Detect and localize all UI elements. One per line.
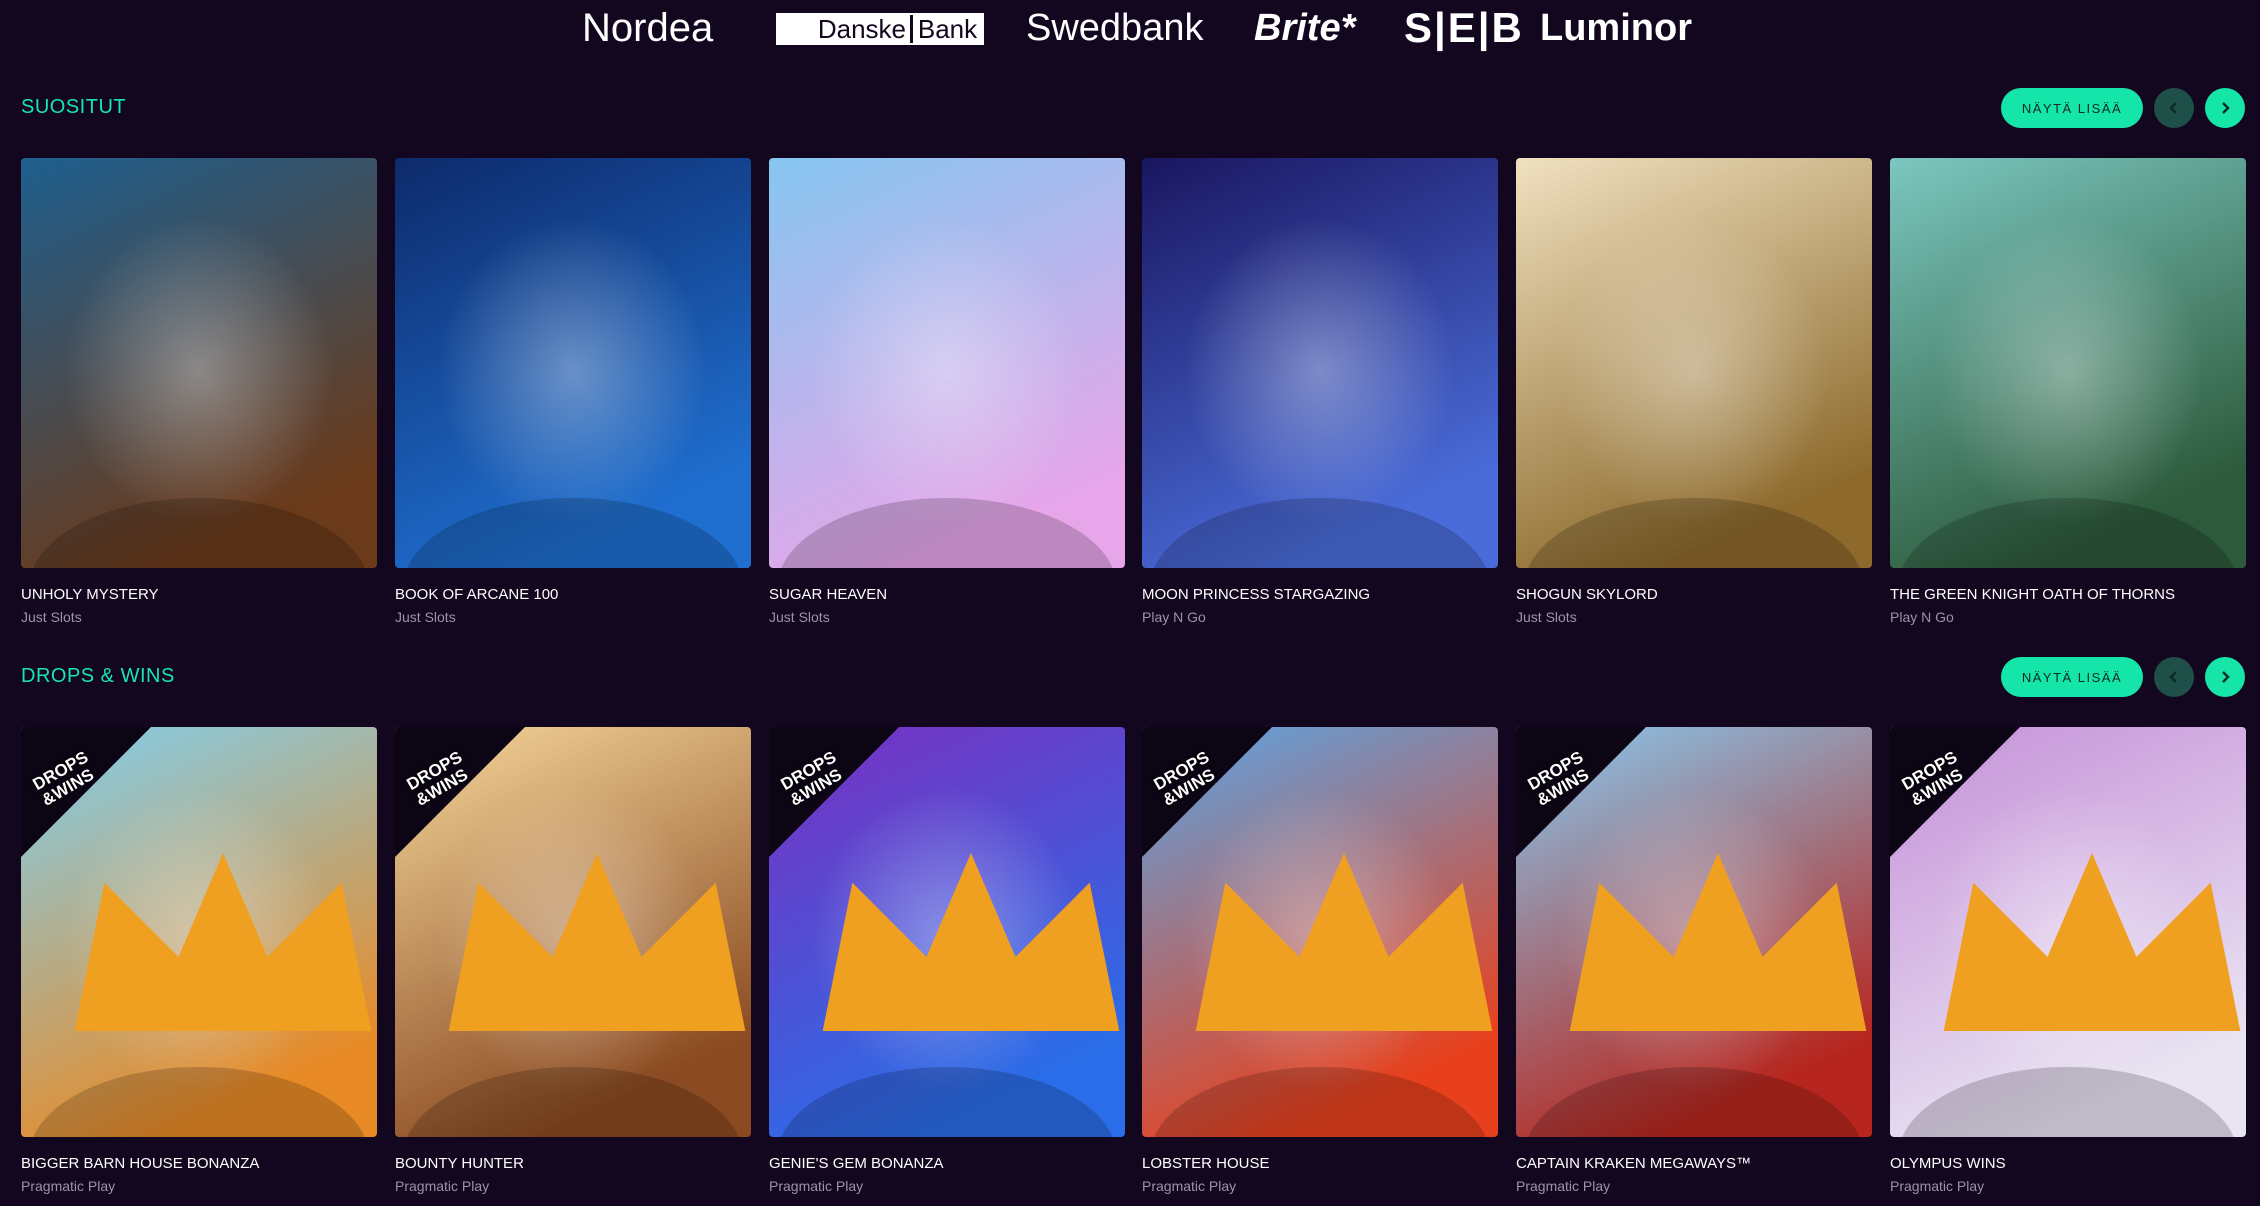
game-thumbnail[interactable]: DROPS &WINS [395,727,751,1137]
game-provider: Pragmatic Play [1516,1178,1611,1194]
game-provider: Play N Go [1142,609,1206,625]
game-provider: Pragmatic Play [769,1178,864,1194]
game-title[interactable]: MOON PRINCESS STARGAZING [1142,586,1498,603]
game-card[interactable]: THE GREEN KNIGHT OATH OF THORNS Play N Go [1890,158,2246,625]
crown-icon [1943,853,2241,1031]
show-more-button[interactable]: NÄYTÄ LISÄÄ [2001,657,2143,697]
game-provider: Pragmatic Play [395,1178,490,1194]
game-thumbnail[interactable] [1142,158,1498,568]
game-provider: Pragmatic Play [1142,1178,1237,1194]
game-provider: Just Slots [21,609,82,625]
danske-logo-word: Danske [778,13,910,45]
game-provider: Just Slots [769,609,830,625]
game-card[interactable]: DROPS &WINS BIGGER BARN HOUSE BONANZA Pragm… [21,727,377,1194]
game-artwork-image [1142,158,1498,568]
game-provider: Pragmatic Play [21,1178,116,1194]
bank-logo-word: Bank [913,13,982,45]
crown-icon [1569,853,1867,1031]
game-thumbnail[interactable] [21,158,377,568]
game-title[interactable]: SUGAR HEAVEN [769,586,1125,603]
game-title[interactable]: THE GREEN KNIGHT OATH OF THORNS [1890,586,2246,603]
chevron-right-icon [2222,102,2230,114]
carousel-prev-button[interactable] [2154,657,2194,697]
game-title[interactable]: GENIE'S GEM BONANZA [769,1155,1125,1172]
game-title[interactable]: CAPTAIN KRAKEN MEGAWAYS™ [1516,1155,1872,1172]
game-card[interactable]: SHOGUN SKYLORD Just Slots [1516,158,1872,625]
crown-icon [448,853,746,1031]
danske-bank-logo: Danske Bank [776,13,984,45]
game-title[interactable]: BOOK OF ARCANE 100 [395,586,751,603]
carousel-next-button[interactable] [2205,657,2245,697]
game-card[interactable]: MOON PRINCESS STARGAZING Play N Go [1142,158,1498,625]
game-thumbnail[interactable]: DROPS &WINS [21,727,377,1137]
game-title[interactable]: LOBSTER HOUSE [1142,1155,1498,1172]
game-card[interactable]: SUGAR HEAVEN Just Slots [769,158,1125,625]
game-title[interactable]: OLYMPUS WINS [1890,1155,2246,1172]
chevron-left-icon [2169,102,2177,114]
game-artwork-image [769,158,1125,568]
game-title[interactable]: BIGGER BARN HOUSE BONANZA [21,1155,377,1172]
game-title[interactable]: SHOGUN SKYLORD [1516,586,1872,603]
game-title[interactable]: UNHOLY MYSTERY [21,586,377,603]
game-provider: Just Slots [395,609,456,625]
bank-logos: Nordea Danske Bank Swedbank Brite* S|E|B… [0,0,2260,58]
game-thumbnail[interactable]: DROPS &WINS [1890,727,2246,1137]
game-thumbnail[interactable] [395,158,751,568]
game-thumbnail[interactable] [1890,158,2246,568]
game-card[interactable]: BOOK OF ARCANE 100 Just Slots [395,158,751,625]
game-title[interactable]: BOUNTY HUNTER [395,1155,751,1172]
game-provider: Pragmatic Play [1890,1178,1985,1194]
game-thumbnail[interactable]: DROPS &WINS [769,727,1125,1137]
game-artwork-image [1890,158,2246,568]
game-thumbnail[interactable] [769,158,1125,568]
nordea-logo: Nordea [582,5,714,50]
game-card[interactable]: DROPS &WINS GENIE'S GEM BONANZA Pragmatic P… [769,727,1125,1194]
crown-icon [74,853,372,1031]
seb-logo: S|E|B [1404,4,1524,51]
game-card[interactable]: DROPS &WINS OLYMPUS WINS Pragmatic Play [1890,727,2246,1194]
game-thumbnail[interactable]: DROPS &WINS [1142,727,1498,1137]
crown-icon [1195,853,1493,1031]
brite-logo: Brite* [1254,6,1356,49]
section-title-drops-wins: DROPS & WINS [21,665,175,687]
crown-icon [822,853,1120,1031]
game-card[interactable]: DROPS &WINS LOBSTER HOUSE Pragmatic Play [1142,727,1498,1194]
game-artwork-image [1516,158,1872,568]
carousel-next-button[interactable] [2205,88,2245,128]
luminor-logo: Luminor [1540,6,1692,49]
chevron-left-icon [2169,671,2177,683]
game-provider: Just Slots [1516,609,1577,625]
game-card[interactable]: DROPS &WINS BOUNTY HUNTER Pragmatic Play [395,727,751,1194]
game-provider: Play N Go [1890,609,1954,625]
carousel-prev-button[interactable] [2154,88,2194,128]
game-artwork-image [395,158,751,568]
game-artwork-image [21,158,377,568]
swedbank-logo: Swedbank [1026,6,1204,49]
game-card[interactable]: UNHOLY MYSTERY Just Slots [21,158,377,625]
game-thumbnail[interactable] [1516,158,1872,568]
chevron-right-icon [2222,671,2230,683]
game-card[interactable]: DROPS &WINS CAPTAIN KRAKEN MEGAWAYS™ Pragma… [1516,727,1872,1194]
game-thumbnail[interactable]: DROPS &WINS [1516,727,1872,1137]
section-title-suositut: SUOSITUT [21,96,127,118]
show-more-button[interactable]: NÄYTÄ LISÄÄ [2001,88,2143,128]
